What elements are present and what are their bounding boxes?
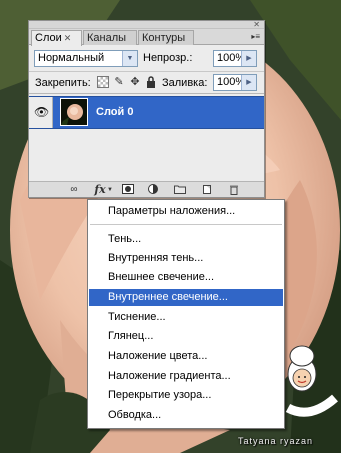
new-layer-icon[interactable] xyxy=(199,184,215,196)
menu-item-inner-shadow[interactable]: Внутренняя тень... xyxy=(89,250,283,267)
mask-icon[interactable] xyxy=(120,184,136,196)
tab-layers-label: Слои xyxy=(35,32,62,44)
chevron-right-icon[interactable]: ▶ xyxy=(241,51,256,66)
panel-titlebar[interactable]: ✕ xyxy=(29,20,264,29)
layer-thumbnail[interactable] xyxy=(60,98,88,126)
lock-icon xyxy=(147,76,155,88)
menu-item-color-overlay[interactable]: Наложение цвета... xyxy=(89,348,283,365)
fill-field[interactable]: 100% ▶ xyxy=(213,74,257,91)
lock-pixels-icon[interactable]: ✎ xyxy=(113,76,125,88)
trash-icon[interactable] xyxy=(226,184,242,196)
close-icon[interactable]: ✕ xyxy=(253,20,260,29)
blend-mode-value: Нормальный xyxy=(38,52,105,64)
blend-mode-select[interactable]: Нормальный ▼ xyxy=(34,50,138,67)
layers-panel: ✕ Слои ✕ Каналы Контуры ▸≡ Нормальный ▼ Н… xyxy=(28,20,265,198)
lock-label: Закрепить: xyxy=(35,77,91,89)
layer-name[interactable]: Слой 0 xyxy=(96,106,133,118)
layer-style-menu: Параметры наложения... Тень... Внутрення… xyxy=(87,199,285,429)
chevron-down-icon: ▼ xyxy=(122,51,137,66)
chevron-down-icon: ▼ xyxy=(107,187,113,193)
layers-list-empty-area xyxy=(29,129,264,181)
opacity-label: Непрозр.: xyxy=(143,52,193,64)
menu-item-pattern-overlay[interactable]: Перекрытие узора... xyxy=(89,387,283,404)
menu-item-satin[interactable]: Глянец... xyxy=(89,328,283,345)
tab-channels[interactable]: Каналы xyxy=(83,30,137,45)
panel-tabs: Слои ✕ Каналы Контуры ▸≡ xyxy=(29,29,264,46)
menu-item-outer-glow[interactable]: Внешнее свечение... xyxy=(89,269,283,286)
menu-item-bevel-emboss[interactable]: Тиснение... xyxy=(89,309,283,326)
menu-item-drop-shadow[interactable]: Тень... xyxy=(89,231,283,248)
tab-paths-label: Контуры xyxy=(142,32,186,44)
fill-label: Заливка: xyxy=(162,77,208,89)
chevron-right-icon[interactable]: ▶ xyxy=(241,75,256,90)
eye-icon[interactable]: 👁 xyxy=(34,106,49,118)
tab-paths[interactable]: Контуры xyxy=(138,30,194,45)
menu-item-stroke[interactable]: Обводка... xyxy=(89,407,283,424)
menu-item-gradient-overlay[interactable]: Наложение градиента... xyxy=(89,368,283,385)
lock-transparency-icon[interactable] xyxy=(97,76,109,88)
layer-row[interactable]: 👁 Слой 0 xyxy=(29,96,264,129)
panel-menu-icon[interactable]: ▸≡ xyxy=(251,32,260,41)
tab-channels-label: Каналы xyxy=(87,32,127,44)
divider xyxy=(29,71,264,72)
author-credit: Tatyana ryazan xyxy=(238,436,314,446)
menu-separator xyxy=(90,224,282,225)
panel-bottom-toolbar: ∞ fx ▼ xyxy=(29,181,264,197)
lock-all-icon[interactable] xyxy=(145,76,157,88)
tab-layers[interactable]: Слои ✕ xyxy=(31,30,82,46)
menu-item-blending-options[interactable]: Параметры наложения... xyxy=(89,203,283,220)
menu-item-inner-glow[interactable]: Внутреннее свечение... xyxy=(89,289,283,306)
rose-thumbnail-image xyxy=(61,99,87,125)
lock-position-icon[interactable]: ✥ xyxy=(129,76,141,88)
link-icon[interactable]: ∞ xyxy=(66,184,82,196)
folder-icon[interactable] xyxy=(172,184,188,196)
close-icon[interactable]: ✕ xyxy=(64,33,72,43)
adjustment-icon[interactable] xyxy=(145,184,161,196)
visibility-toggle[interactable]: 👁 xyxy=(29,97,53,128)
opacity-field[interactable]: 100% ▶ xyxy=(213,50,257,67)
site-logo xyxy=(285,345,338,417)
divider xyxy=(29,93,264,94)
